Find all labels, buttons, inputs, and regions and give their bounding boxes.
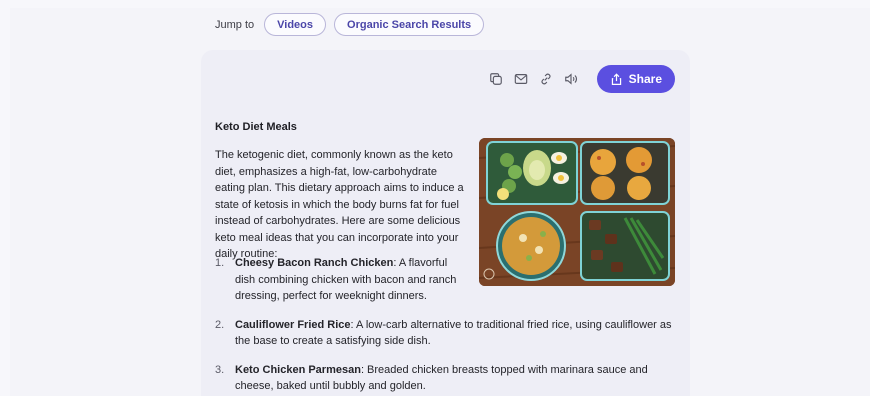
share-label: Share <box>628 72 662 86</box>
list-item-name: Cheesy Bacon Ranch Chicken <box>235 257 394 269</box>
list-item: 1. Cheesy Bacon Ranch Chicken: A flavorf… <box>215 255 681 305</box>
list-item: 2. Cauliflower Fried Rice: A low-carb al… <box>215 317 681 350</box>
article-title: Keto Diet Meals <box>215 121 297 133</box>
jump-to-label: Jump to <box>215 18 255 31</box>
list-item-name: Cauliflower Fried Rice <box>235 318 351 331</box>
jump-link-videos[interactable]: Videos <box>264 13 327 36</box>
list-item-text: Keto Chicken Parmesan: Breaded chicken b… <box>235 362 675 395</box>
speaker-icon[interactable] <box>563 71 579 87</box>
meal-list: 1. Cheesy Bacon Ranch Chicken: A flavorf… <box>215 255 681 396</box>
mail-icon[interactable] <box>513 71 529 87</box>
list-item-name: Keto Chicken Parmesan <box>235 363 361 376</box>
answer-card: Share Keto Diet Meals The ketogenic diet… <box>201 50 690 396</box>
share-icon <box>611 72 621 85</box>
list-item-number: 3. <box>215 363 225 376</box>
article-intro: The ketogenic diet, commonly known as th… <box>215 149 464 260</box>
list-item-text: Cauliflower Fried Rice: A low-carb alter… <box>235 317 675 350</box>
copy-icon[interactable] <box>488 71 504 87</box>
list-item: 3. Keto Chicken Parmesan: Breaded chicke… <box>215 362 681 395</box>
jump-to-bar: Jump to Videos Organic Search Results <box>215 13 485 36</box>
answer-toolbar: Share <box>488 65 675 93</box>
share-button[interactable]: Share <box>596 65 675 93</box>
list-item-text: Cheesy Bacon Ranch Chicken: A flavorful … <box>235 255 463 305</box>
list-item-number: 2. <box>215 318 225 331</box>
link-icon[interactable] <box>538 71 554 87</box>
jump-link-organic-results[interactable]: Organic Search Results <box>334 13 485 36</box>
list-item-number: 1. <box>215 257 225 269</box>
